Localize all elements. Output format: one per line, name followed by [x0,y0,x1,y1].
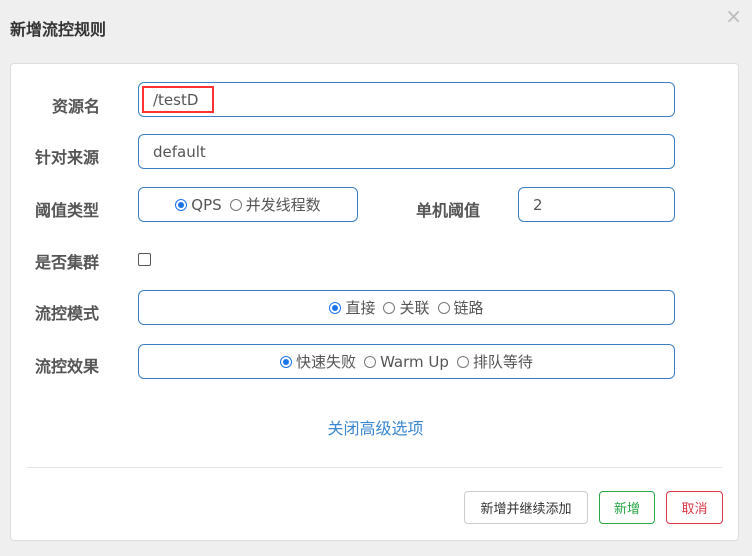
cluster-label: 是否集群 [35,253,100,272]
radio-qps[interactable]: QPS [175,195,222,214]
mode-group: 直接 关联 链路 [138,290,675,325]
divider [27,467,722,468]
radio-queue[interactable]: 排队等待 [456,351,533,372]
radio-relate[interactable]: 关联 [383,297,430,318]
radio-unchecked-icon [383,301,396,314]
threshold-type-label: 阈值类型 [35,201,100,220]
threshold-value: 2 [533,195,543,214]
radio-warm-up[interactable]: Warm Up [364,353,449,371]
toggle-advanced-link[interactable]: 关闭高级选项 [11,415,740,439]
radio-chain[interactable]: 链路 [437,297,484,318]
threshold-type-group: QPS 并发线程数 [138,187,358,222]
radio-label: Warm Up [380,352,449,371]
dialog-title: 新增流控规则 [10,20,107,39]
highlight-box [142,86,214,113]
origin-input[interactable]: default [138,134,675,169]
radio-direct[interactable]: 直接 [329,297,375,318]
radio-fail-fast[interactable]: 快速失败 [280,351,356,372]
effect-group: 快速失败 Warm Up 排队等待 [138,344,675,379]
close-icon[interactable]: × [725,4,742,28]
radio-label: 直接 [345,299,376,317]
cluster-checkbox[interactable] [138,253,151,266]
resource-label: 资源名 [52,97,101,116]
radio-unchecked-icon [437,301,450,314]
cancel-button[interactable]: 取消 [666,491,723,524]
radio-checked-icon [280,355,293,368]
add-button[interactable]: 新增 [599,491,655,524]
radio-label: 排队等待 [472,353,533,371]
threshold-input[interactable]: 2 [518,187,675,222]
resource-input[interactable]: /testD [138,82,675,117]
radio-unchecked-icon [229,198,242,211]
effect-label: 流控效果 [35,357,100,376]
mode-label: 流控模式 [35,304,100,323]
radio-checked-icon [329,301,342,314]
origin-label: 针对来源 [35,148,100,167]
radio-label: 链路 [453,299,484,317]
form-panel: 资源名 /testD 针对来源 default 阈值类型 QPS 并发线程数 单… [10,63,739,541]
radio-label: QPS [191,195,222,214]
radio-label: 关联 [399,299,430,317]
origin-value: default [153,142,206,161]
radio-label: 并发线程数 [245,196,321,214]
radio-threads[interactable]: 并发线程数 [229,194,321,215]
radio-checked-icon [175,198,188,211]
radio-unchecked-icon [456,355,469,368]
threshold-label: 单机阈值 [416,201,481,220]
add-continue-button[interactable]: 新增并继续添加 [464,491,588,524]
radio-label: 快速失败 [296,353,357,371]
radio-unchecked-icon [364,355,377,368]
